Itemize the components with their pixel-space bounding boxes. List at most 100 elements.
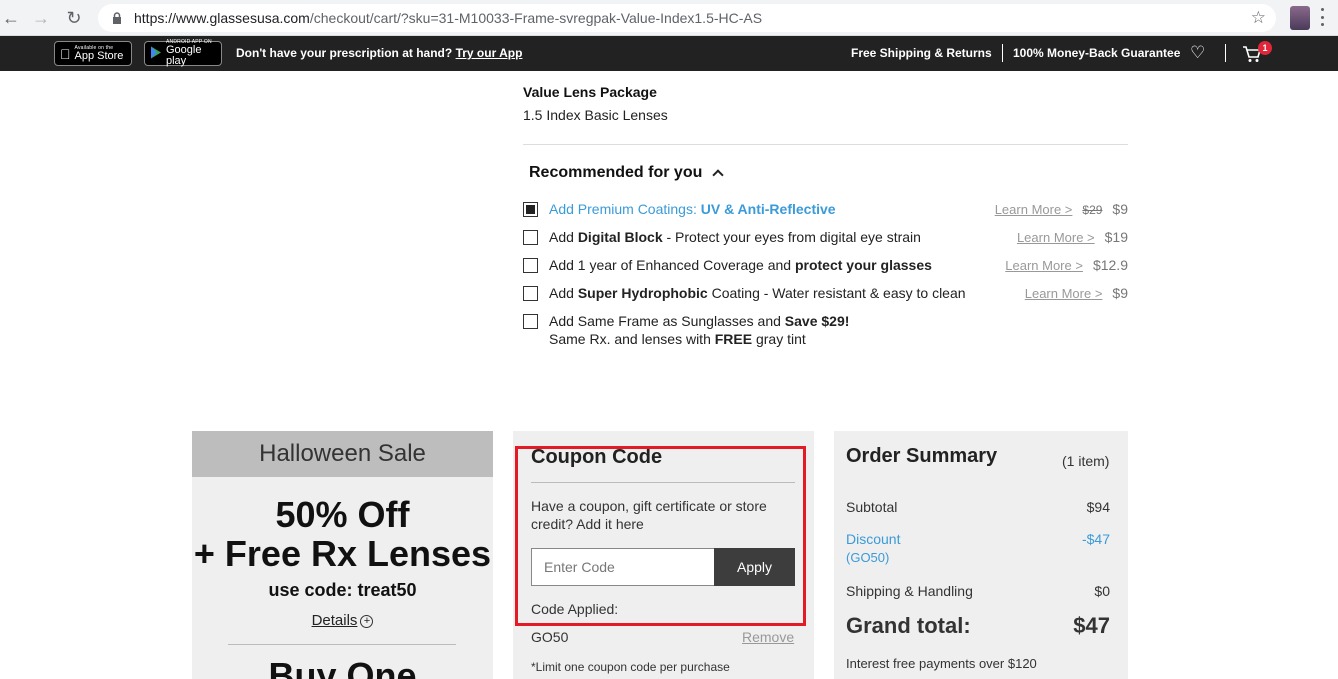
plus-circle-icon: + <box>360 614 374 628</box>
option-bold: protect your glasses <box>794 257 932 273</box>
try-app-link[interactable]: Try our App <box>456 46 523 60</box>
sale-code: use code: treat50 <box>268 580 417 600</box>
google-big-text: Google play <box>166 44 202 67</box>
option-text: - Protect your eyes from digital eye str… <box>662 229 921 245</box>
profile-avatar[interactable] <box>1290 6 1310 30</box>
option-text: Same Rx. and lenses with <box>549 331 715 347</box>
option-enhanced-coverage: Add 1 year of Enhanced Coverage and prot… <box>523 257 1128 275</box>
option-price: $9 <box>1112 201 1128 217</box>
learn-more-link[interactable]: Learn More > <box>995 202 1073 217</box>
option-label: Add Super Hydrophobic Coating - Water re… <box>549 285 966 301</box>
option-text: Coating - Water resistant & easy to clea… <box>707 285 966 301</box>
details-link[interactable]: Details + <box>192 612 493 629</box>
option-bold: Digital Block <box>577 229 663 245</box>
applied-code: GO50 <box>531 629 569 645</box>
apple-icon:  <box>60 47 71 61</box>
grand-total-value: $47 <box>1073 613 1110 638</box>
divider <box>1002 44 1003 62</box>
subtotal-row: Subtotal $94 <box>846 499 1110 515</box>
url-host: https://www.glassesusa.com <box>134 10 310 26</box>
buy-one-headline: Buy One <box>268 655 417 679</box>
option-bold: Save $29! <box>784 313 850 329</box>
sale-divider <box>228 644 456 645</box>
option-label: Add Premium Coatings: UV & Anti-Reflecti… <box>549 201 836 217</box>
browser-toolbar: ← → ↻ https://www.glassesusa.com/checkou… <box>0 0 1338 36</box>
coupon-limit-note: *Limit one coupon code per purchase <box>531 660 730 674</box>
prescription-prompt: Don't have your prescription at hand? Tr… <box>236 46 522 60</box>
lock-icon <box>110 11 124 25</box>
option-text: gray tint <box>752 331 806 347</box>
option-text: Add <box>549 285 578 301</box>
reload-icon[interactable]: ↻ <box>63 7 85 29</box>
item-count: (1 item) <box>1062 453 1110 469</box>
chevron-up-icon <box>712 169 725 181</box>
old-price: $29 <box>1082 203 1103 217</box>
discount-row: Discount -$47 <box>846 531 1110 547</box>
super-hydrophobic-checkbox[interactable] <box>523 286 538 301</box>
digital-block-checkbox[interactable] <box>523 230 538 245</box>
divider <box>1225 44 1226 62</box>
option-label-line2: Same Rx. and lenses with FREE gray tint <box>549 331 806 347</box>
google-play-badge[interactable]: ANDROID APP ON Google play <box>144 40 222 67</box>
enhanced-coverage-checkbox[interactable] <box>523 258 538 273</box>
option-text: Add <box>549 229 578 245</box>
option-super-hydrophobic: Add Super Hydrophobic Coating - Water re… <box>523 285 1128 303</box>
option-price: $12.9 <box>1092 257 1128 273</box>
option-label: Add 1 year of Enhanced Coverage and prot… <box>549 257 932 273</box>
option-price: $19 <box>1104 229 1128 245</box>
lens-package-title: Value Lens Package <box>523 84 657 100</box>
halloween-sale-header: Halloween Sale <box>192 431 493 477</box>
browser-menu-icon[interactable] <box>1320 8 1324 26</box>
learn-more-link[interactable]: Learn More > <box>1017 230 1095 245</box>
guarantee-text: 100% Money-Back Guarantee <box>1013 46 1181 60</box>
prompt-text: Don't have your prescription at hand? <box>236 46 453 60</box>
option-label: Add Same Frame as Sunglasses and Save $2… <box>549 313 849 329</box>
bookmark-star-icon[interactable]: ☆ <box>1251 8 1266 28</box>
sale-headline-1: 50% Off <box>275 494 410 535</box>
premium-coatings-checkbox[interactable] <box>523 202 538 217</box>
app-store-big-text: App Store <box>64 49 124 62</box>
heart-icon[interactable]: ♡ <box>1190 44 1205 61</box>
option-price: $9 <box>1112 285 1128 301</box>
discount-label: Discount <box>846 531 901 547</box>
cart-count-badge: 1 <box>1258 41 1272 55</box>
sale-headline-2: + Free Rx Lenses <box>193 533 492 574</box>
option-label: Add Digital Block - Protect your eyes fr… <box>549 229 921 245</box>
remove-coupon-link[interactable]: Remove <box>742 629 794 645</box>
discount-code: (GO50) <box>846 550 890 565</box>
shipping-value: $0 <box>1094 583 1110 599</box>
shipping-label: Shipping & Handling <box>846 583 973 599</box>
grand-total-label: Grand total: <box>846 613 971 638</box>
sunglasses-checkbox[interactable] <box>523 314 538 329</box>
discount-value: -$47 <box>1081 531 1110 547</box>
google-play-icon <box>150 46 162 61</box>
free-shipping-text: Free Shipping & Returns <box>851 46 992 60</box>
address-bar[interactable]: https://www.glassesusa.com/checkout/cart… <box>98 4 1276 32</box>
interest-free-note: Interest free payments over $120 <box>846 656 1037 671</box>
option-text: Add Premium Coatings: <box>549 201 701 217</box>
learn-more-link[interactable]: Learn More > <box>1005 258 1083 273</box>
recommended-title: Recommended for you <box>529 164 703 181</box>
option-digital-block: Add Digital Block - Protect your eyes fr… <box>523 229 1128 247</box>
learn-more-link[interactable]: Learn More > <box>1025 286 1103 301</box>
grand-total-row: Grand total: $47 <box>846 613 1110 639</box>
order-summary-title: Order Summary <box>846 445 998 467</box>
forward-arrow-icon[interactable]: → <box>30 7 52 29</box>
option-sunglasses: Add Same Frame as Sunglasses and Save $2… <box>523 313 1128 349</box>
option-bold: FREE <box>714 331 753 347</box>
option-bold: Super Hydrophobic <box>577 285 708 301</box>
option-premium-coatings: Add Premium Coatings: UV & Anti-Reflecti… <box>523 201 1128 219</box>
recommended-toggle[interactable]: Recommended for you <box>529 164 725 182</box>
subtotal-value: $94 <box>1086 499 1110 515</box>
details-label: Details <box>311 612 358 629</box>
section-divider <box>523 144 1128 145</box>
lens-package-desc: 1.5 Index Basic Lenses <box>523 107 668 123</box>
option-text: Add 1 year of Enhanced Coverage and <box>549 257 795 273</box>
url-path: /checkout/cart/?sku=31-M10033-Frame-svre… <box>309 10 763 26</box>
option-bold: UV & Anti-Reflective <box>700 201 836 217</box>
back-arrow-icon[interactable]: ← <box>0 7 22 29</box>
subtotal-label: Subtotal <box>846 499 898 515</box>
app-store-badge[interactable]:  Available on the App Store <box>54 41 132 66</box>
shipping-row: Shipping & Handling $0 <box>846 583 1110 599</box>
highlight-box <box>515 446 806 626</box>
